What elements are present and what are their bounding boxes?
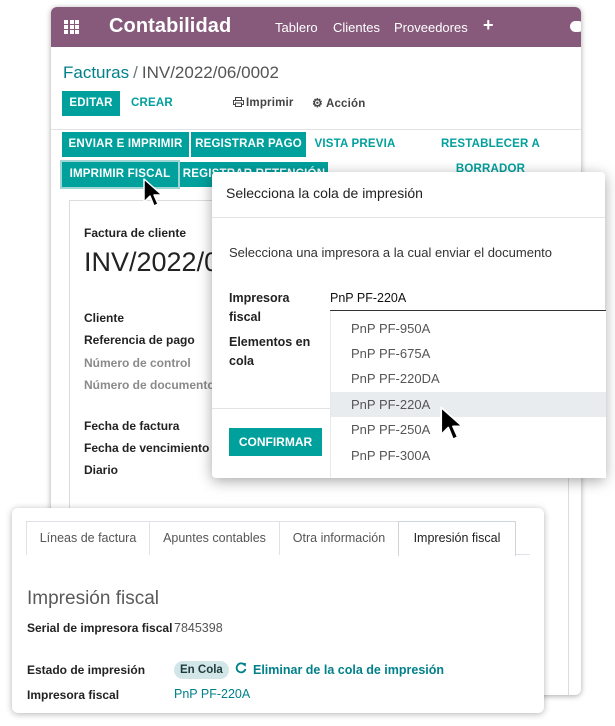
- dialog-footer-divider: [212, 408, 330, 409]
- breadcrumb-invoices[interactable]: Facturas: [63, 63, 129, 82]
- reset-draft-button[interactable]: RESTABLECER A BORRADOR: [408, 132, 573, 175]
- field-document-number: Número de documento: [84, 378, 215, 392]
- field-journal: Diario: [84, 463, 119, 477]
- breadcrumb-current: INV/2022/06/0002: [141, 63, 279, 82]
- nav-vendors[interactable]: Proveedores: [394, 20, 468, 35]
- action-label: Acción: [325, 98, 366, 110]
- tab-fiscal-print[interactable]: Impresión fiscal: [398, 521, 516, 556]
- printer-option-highlighted[interactable]: PnP PF-220A: [331, 392, 606, 417]
- printer-option[interactable]: PnP PF-300A: [331, 443, 606, 468]
- action-menu[interactable]: ⚙ Acción: [312, 91, 372, 116]
- dialog-description: Selecciona una impresora a la cual envia…: [229, 245, 553, 260]
- nav-dashboard[interactable]: Tablero: [275, 20, 318, 35]
- printer-option[interactable]: PnP PF-950A: [331, 316, 606, 341]
- printer-dropdown: PnP PF-950A PnP PF-675A PnP PF-220DA PnP…: [330, 311, 606, 478]
- mouse-cursor-icon: [440, 406, 464, 441]
- invoice-type-label: Factura de cliente: [84, 226, 187, 240]
- tab-journal-items[interactable]: Apuntes contables: [149, 521, 280, 555]
- breadcrumb: Facturas / INV/2022/06/0002: [63, 63, 279, 83]
- field-invoice-date: Fecha de factura: [84, 419, 180, 433]
- divider: [51, 129, 581, 130]
- remove-from-queue-link[interactable]: Eliminar de la cola de impresión: [253, 663, 444, 677]
- serial-value: 7845398: [174, 621, 223, 635]
- fiscal-printer-label: Impresora fiscal: [27, 688, 120, 702]
- apps-grid-icon[interactable]: [64, 20, 79, 34]
- section-title: Impresión fiscal: [27, 588, 159, 609]
- confirm-button[interactable]: CONFIRMAR: [229, 428, 322, 456]
- print-queue-dialog: Selecciona la cola de impresión Seleccio…: [212, 172, 606, 478]
- printer-option[interactable]: PnP PF-675A: [331, 341, 606, 366]
- serial-label: Serial de impresora fiscal: [27, 621, 173, 635]
- printer-option[interactable]: PnP PF-250A: [331, 417, 606, 442]
- plus-icon[interactable]: +: [483, 15, 494, 36]
- print-status-label: Estado de impresión: [27, 663, 146, 677]
- register-payment-button[interactable]: REGISTRAR PAGO: [191, 132, 306, 157]
- dialog-title: Selecciona la cola de impresión: [226, 185, 423, 201]
- top-navbar: Contabilidad Tablero Clientes Proveedore…: [51, 7, 581, 47]
- tab-other-info[interactable]: Otra información: [279, 521, 399, 555]
- send-print-button[interactable]: ENVIAR E IMPRIMIR: [62, 132, 189, 157]
- field-control-number: Número de control: [84, 356, 191, 370]
- printer-option[interactable]: PnP PF-220DA: [331, 366, 606, 391]
- print-menu[interactable]: Imprimir: [233, 91, 298, 116]
- fiscal-print-card: Líneas de factura Apuntes contables Otra…: [12, 508, 544, 713]
- printer-field-label: Impresora fiscal: [229, 291, 290, 324]
- printer-icon: [233, 97, 244, 107]
- dialog-header-divider: [212, 217, 605, 218]
- printer-select[interactable]: PnP PF-220A: [330, 291, 406, 305]
- app-title: Contabilidad: [109, 15, 232, 37]
- nav-customers[interactable]: Clientes: [333, 20, 380, 35]
- edit-button[interactable]: EDITAR: [62, 91, 120, 116]
- status-badge: En Cola: [174, 661, 229, 679]
- fiscal-printer-link[interactable]: PnP PF-220A: [174, 687, 250, 701]
- field-due-date: Fecha de vencimiento: [84, 441, 210, 455]
- create-button[interactable]: CREAR: [127, 91, 177, 116]
- print-label: Imprimir: [246, 97, 294, 109]
- breadcrumb-separator: /: [133, 63, 138, 82]
- gear-icon: ⚙: [312, 96, 323, 110]
- field-payment-ref: Referencia de pago: [84, 333, 195, 347]
- tab-invoice-lines[interactable]: Líneas de factura: [26, 521, 150, 555]
- field-customer: Cliente: [84, 311, 125, 325]
- chat-icon[interactable]: [570, 21, 581, 32]
- mouse-cursor-icon: [143, 178, 163, 207]
- queue-field-label: Elementos en cola: [229, 335, 311, 368]
- refresh-icon[interactable]: [235, 662, 247, 674]
- preview-button[interactable]: VISTA PREVIA: [310, 132, 400, 157]
